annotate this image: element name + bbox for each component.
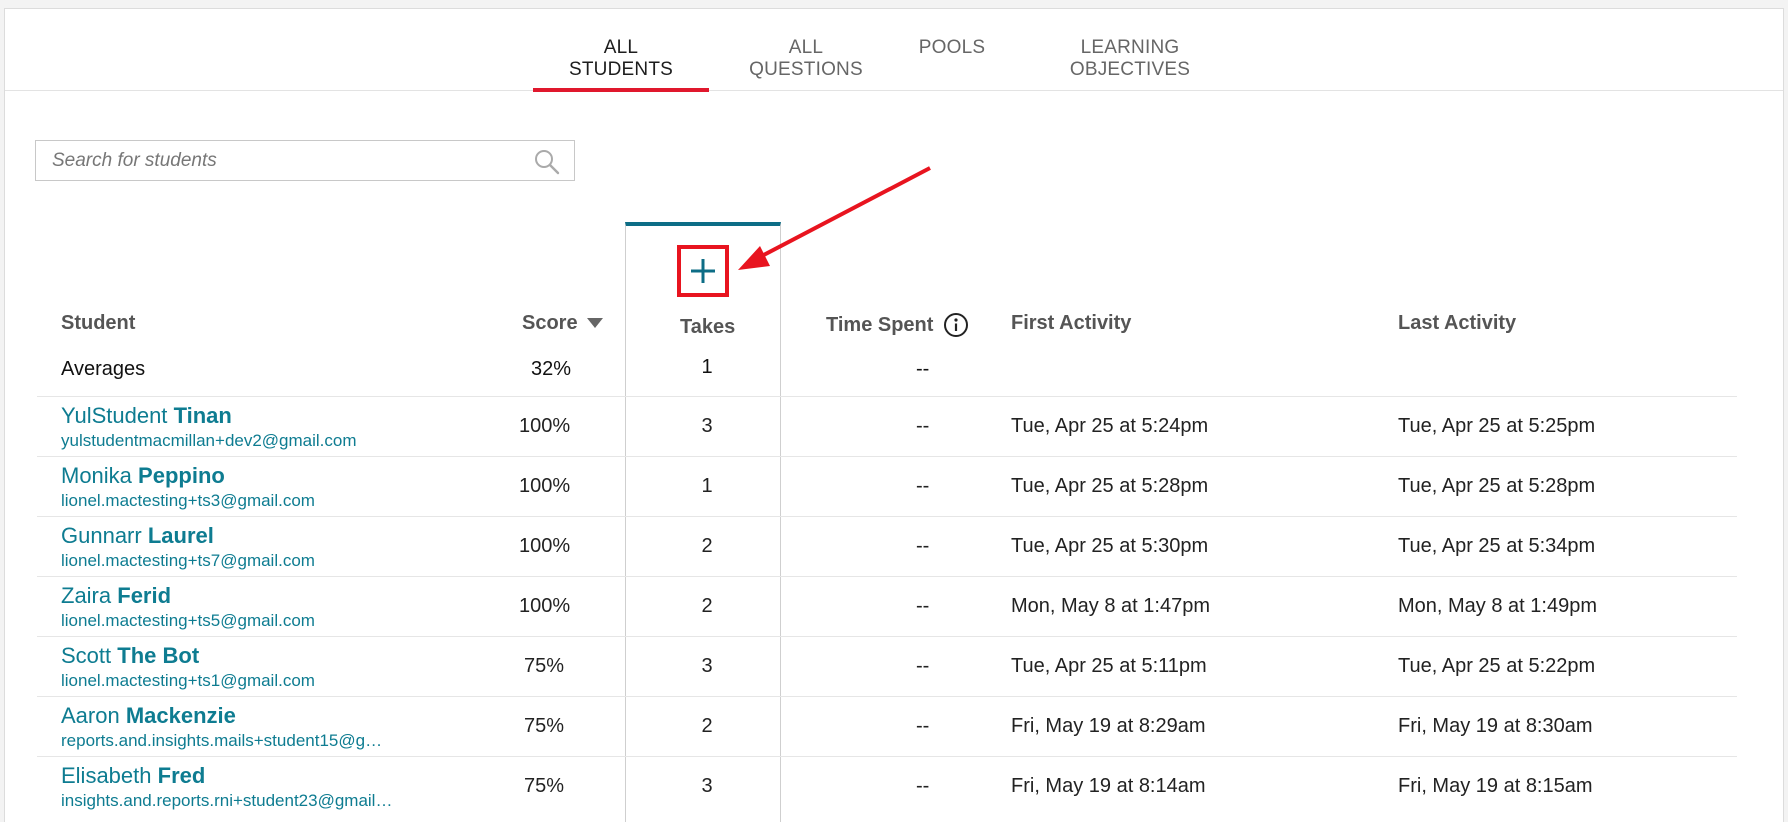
student-search	[35, 140, 575, 181]
student-email[interactable]: lionel.mactesting+ts7@gmail.com	[61, 551, 315, 571]
tab-all-students[interactable]: ALL STUDENTS	[533, 37, 709, 92]
time-spent-cell: --	[916, 415, 930, 437]
score-cell: 100%	[519, 415, 571, 437]
header-time-spent: Time Spent	[826, 312, 969, 338]
averages-label: Averages	[61, 358, 146, 380]
header-student: Student	[61, 312, 136, 334]
header-time-spent-label: Time Spent	[826, 313, 934, 336]
student-name[interactable]: Aaron Mackenzie	[61, 703, 236, 729]
header-takes: Takes	[680, 316, 736, 338]
student-name[interactable]: Scott The Bot	[61, 643, 199, 669]
sort-desc-icon	[587, 318, 604, 328]
last-activity-cell: Tue, Apr 25 at 5:28pm	[1398, 475, 1596, 497]
student-name[interactable]: Monika Peppino	[61, 463, 225, 489]
first-activity-cell: Tue, Apr 25 at 5:11pm	[1011, 655, 1207, 677]
header-score-label: Score	[522, 312, 578, 334]
takes-cell: 3	[701, 655, 713, 677]
time-spent-cell: --	[916, 535, 930, 557]
last-activity-cell: Fri, May 19 at 8:30am	[1398, 715, 1593, 737]
takes-cell: 3	[701, 775, 713, 797]
student-email[interactable]: reports.and.insights.mails+student15@g…	[61, 731, 382, 751]
table-row[interactable]: Gunnarr Laurel lionel.mactesting+ts7@gma…	[37, 516, 1737, 576]
time-spent-cell: --	[916, 655, 930, 677]
takes-cell: 2	[701, 715, 713, 737]
time-spent-cell: --	[916, 475, 930, 497]
table-row[interactable]: Zaira Ferid lionel.mactesting+ts5@gmail.…	[37, 576, 1737, 636]
takes-cell: 1	[701, 475, 713, 497]
info-icon[interactable]	[943, 312, 969, 338]
takes-cell: 3	[701, 415, 713, 437]
score-cell: 100%	[519, 595, 571, 617]
first-activity-cell: Tue, Apr 25 at 5:28pm	[1011, 475, 1209, 497]
last-activity-cell: Tue, Apr 25 at 5:25pm	[1398, 415, 1596, 437]
score-cell: 100%	[519, 475, 571, 497]
table-row[interactable]: Scott The Bot lionel.mactesting+ts1@gmai…	[37, 636, 1737, 696]
table-row[interactable]: Monika Peppino lionel.mactesting+ts3@gma…	[37, 456, 1737, 516]
tab-learning-objectives[interactable]: LEARNING OBJECTIVES	[1023, 37, 1237, 91]
first-activity-cell: Fri, May 19 at 8:29am	[1011, 715, 1206, 737]
last-activity-cell: Fri, May 19 at 8:15am	[1398, 775, 1593, 797]
averages-time-spent: --	[916, 358, 930, 380]
score-cell: 75%	[524, 655, 565, 677]
table-row[interactable]: Aaron Mackenzie reports.and.insights.mai…	[37, 696, 1737, 756]
first-activity-cell: Tue, Apr 25 at 5:24pm	[1011, 415, 1209, 437]
student-name[interactable]: YulStudent Tinan	[61, 403, 232, 429]
averages-score: 32%	[531, 358, 572, 380]
search-icon[interactable]	[534, 149, 560, 175]
last-activity-cell: Tue, Apr 25 at 5:34pm	[1398, 535, 1596, 557]
time-spent-cell: --	[916, 595, 930, 617]
student-email[interactable]: lionel.mactesting+ts1@gmail.com	[61, 671, 315, 691]
score-cell: 75%	[524, 775, 565, 797]
student-name[interactable]: Zaira Ferid	[61, 583, 171, 609]
first-activity-cell: Mon, May 8 at 1:47pm	[1011, 595, 1210, 617]
takes-cell: 2	[701, 535, 713, 557]
student-email[interactable]: lionel.mactesting+ts5@gmail.com	[61, 611, 315, 631]
time-spent-cell: --	[916, 775, 930, 797]
table-row[interactable]: Elisabeth Fred insights.and.reports.rni+…	[37, 756, 1737, 816]
score-cell: 75%	[524, 715, 565, 737]
last-activity-cell: Tue, Apr 25 at 5:22pm	[1398, 655, 1596, 677]
takes-cell: 2	[701, 595, 713, 617]
header-first-activity: First Activity	[1011, 312, 1132, 334]
student-name[interactable]: Gunnarr Laurel	[61, 523, 214, 549]
student-email[interactable]: lionel.mactesting+ts3@gmail.com	[61, 491, 315, 511]
plus-icon	[691, 259, 715, 283]
tab-pools[interactable]: POOLS	[917, 37, 987, 91]
student-email[interactable]: insights.and.reports.rni+student23@gmail…	[61, 791, 392, 811]
student-email[interactable]: yulstudentmacmillan+dev2@gmail.com	[61, 431, 357, 451]
expand-takes-button[interactable]	[677, 245, 729, 297]
averages-takes: 1	[701, 356, 713, 378]
header-score[interactable]: Score	[522, 312, 604, 335]
time-spent-cell: --	[916, 715, 930, 737]
student-name[interactable]: Elisabeth Fred	[61, 763, 205, 789]
tab-all-questions[interactable]: ALL QUESTIONS	[731, 37, 881, 91]
table-row[interactable]: YulStudent Tinan yulstudentmacmillan+dev…	[37, 396, 1737, 456]
last-activity-cell: Mon, May 8 at 1:49pm	[1398, 595, 1597, 617]
tab-bar: ALL STUDENTS ALL QUESTIONS POOLS LEARNIN…	[5, 9, 1783, 92]
first-activity-cell: Fri, May 19 at 8:14am	[1011, 775, 1206, 797]
header-last-activity: Last Activity	[1398, 312, 1517, 334]
score-cell: 100%	[519, 535, 571, 557]
search-input[interactable]	[36, 141, 516, 180]
first-activity-cell: Tue, Apr 25 at 5:30pm	[1011, 535, 1209, 557]
